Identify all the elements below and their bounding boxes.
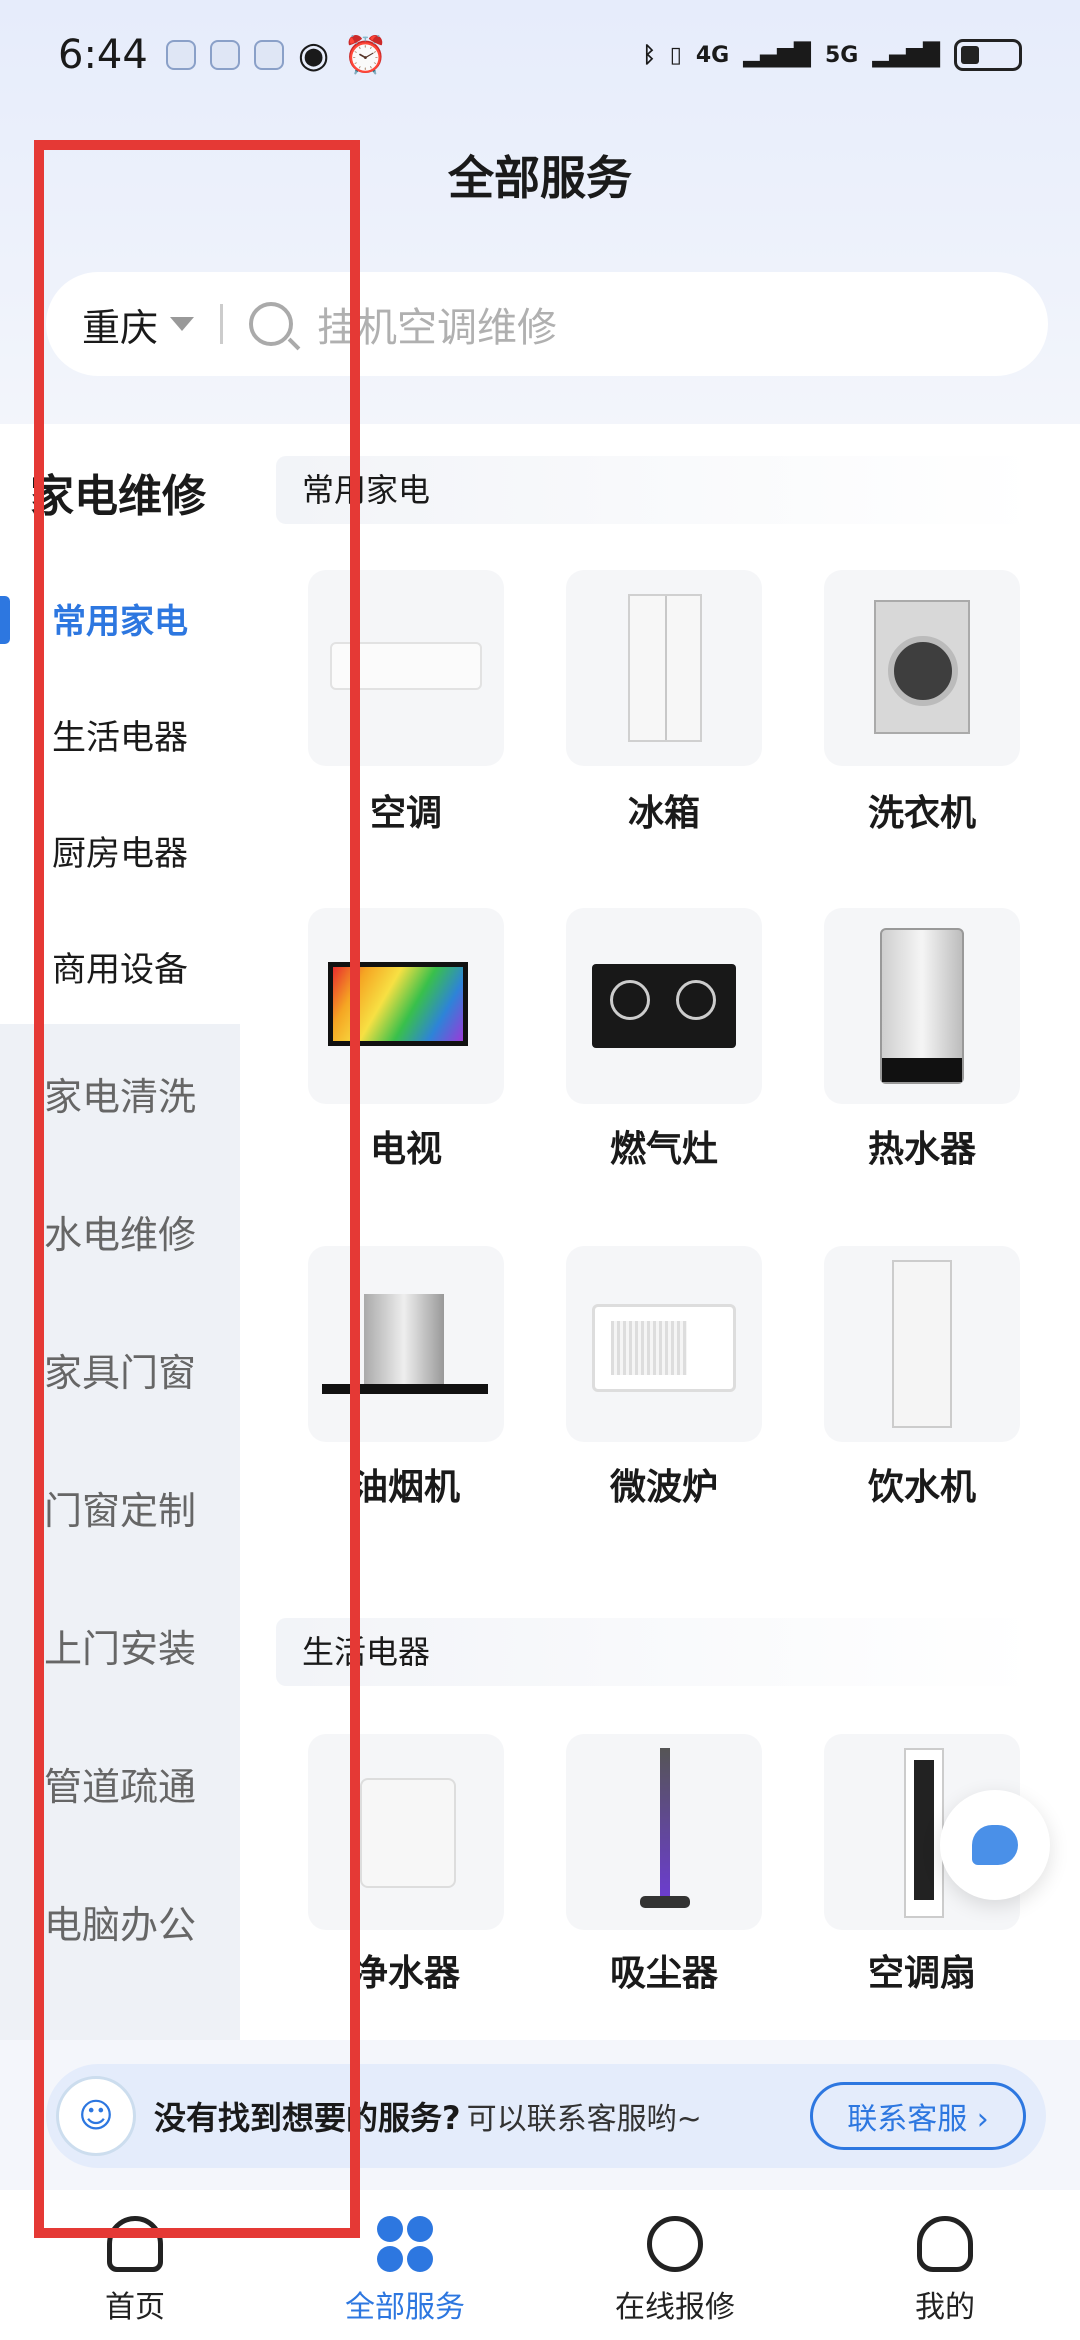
service-tile-stove[interactable] <box>566 908 762 1104</box>
user-icon <box>917 2216 973 2272</box>
chat-bubble-icon <box>972 1825 1018 1865</box>
heater-image <box>880 928 964 1084</box>
section-header: 常用家电 <box>276 456 1036 524</box>
nav-label: 全部服务 <box>345 2290 465 2325</box>
purifier-image <box>360 1778 456 1888</box>
battery-icon <box>954 39 1022 71</box>
eye-icon: ◉ <box>297 34 330 76</box>
hood-image <box>364 1294 444 1390</box>
service-label[interactable]: 冰箱 <box>566 784 762 836</box>
nav-me[interactable]: 我的 <box>810 2190 1080 2340</box>
nav-online-repair[interactable]: 在线报修 <box>540 2190 810 2340</box>
service-tile-washer[interactable] <box>824 570 1020 766</box>
signal-icon: ▂▄▆█ <box>743 42 811 68</box>
nav-label: 在线报修 <box>615 2290 735 2325</box>
service-tile-dispenser[interactable] <box>824 1246 1020 1442</box>
vibrate-icon: ▯ <box>669 42 682 68</box>
stove-image <box>592 964 736 1048</box>
signal-4g: 4G <box>695 42 730 68</box>
banner-text: 可以联系客服哟~ <box>466 2102 702 2137</box>
active-indicator <box>0 596 10 644</box>
grid-icon <box>377 2216 433 2272</box>
notification-icons: ◉ ⏰ <box>165 34 389 76</box>
washer-image <box>874 600 970 734</box>
status-bar: 6:44 ◉ ⏰ ᛒ ▯ 4G ▂▄▆█ 5G ▂▄▆█ <box>0 0 1080 110</box>
service-label[interactable]: 微波炉 <box>566 1458 762 1510</box>
service-label[interactable]: 洗衣机 <box>824 784 1020 836</box>
service-tile-heater[interactable] <box>824 908 1020 1104</box>
app-notification-icon <box>209 40 240 70</box>
section-header: 生活电器 <box>276 1618 1036 1686</box>
chat-float-button[interactable] <box>940 1790 1050 1900</box>
signal-5g: 5G <box>824 42 859 68</box>
dispenser-image <box>892 1260 952 1428</box>
headset-icon <box>647 2216 703 2272</box>
service-label[interactable]: 热水器 <box>824 1120 1020 1172</box>
highlight-box <box>34 140 360 2238</box>
fan-image <box>904 1748 944 1918</box>
app-notification-icon <box>253 40 284 70</box>
nav-label: 我的 <box>915 2290 975 2325</box>
microwave-image <box>592 1304 736 1392</box>
service-label[interactable]: 吸尘器 <box>566 1944 762 1996</box>
bluetooth-icon: ᛒ <box>642 42 656 68</box>
nav-label: 首页 <box>105 2290 165 2325</box>
service-label[interactable]: 空调扇 <box>824 1944 1020 1996</box>
alarm-icon: ⏰ <box>343 35 389 76</box>
service-label[interactable]: 饮水机 <box>824 1458 1020 1510</box>
service-tile-fridge[interactable] <box>566 570 762 766</box>
service-label[interactable]: 燃气灶 <box>566 1120 762 1172</box>
status-right: ᛒ ▯ 4G ▂▄▆█ 5G ▂▄▆█ <box>643 39 1022 71</box>
contact-service-button[interactable]: 联系客服 › <box>810 2082 1026 2150</box>
status-time: 6:44 <box>58 32 148 78</box>
signal-icon: ▂▄▆█ <box>872 42 940 68</box>
vacuum-image <box>640 1748 690 1908</box>
service-tile-microwave[interactable] <box>566 1246 762 1442</box>
app-notification-icon <box>165 40 196 70</box>
fridge-image <box>628 594 702 742</box>
service-tile-vacuum[interactable] <box>566 1734 762 1930</box>
